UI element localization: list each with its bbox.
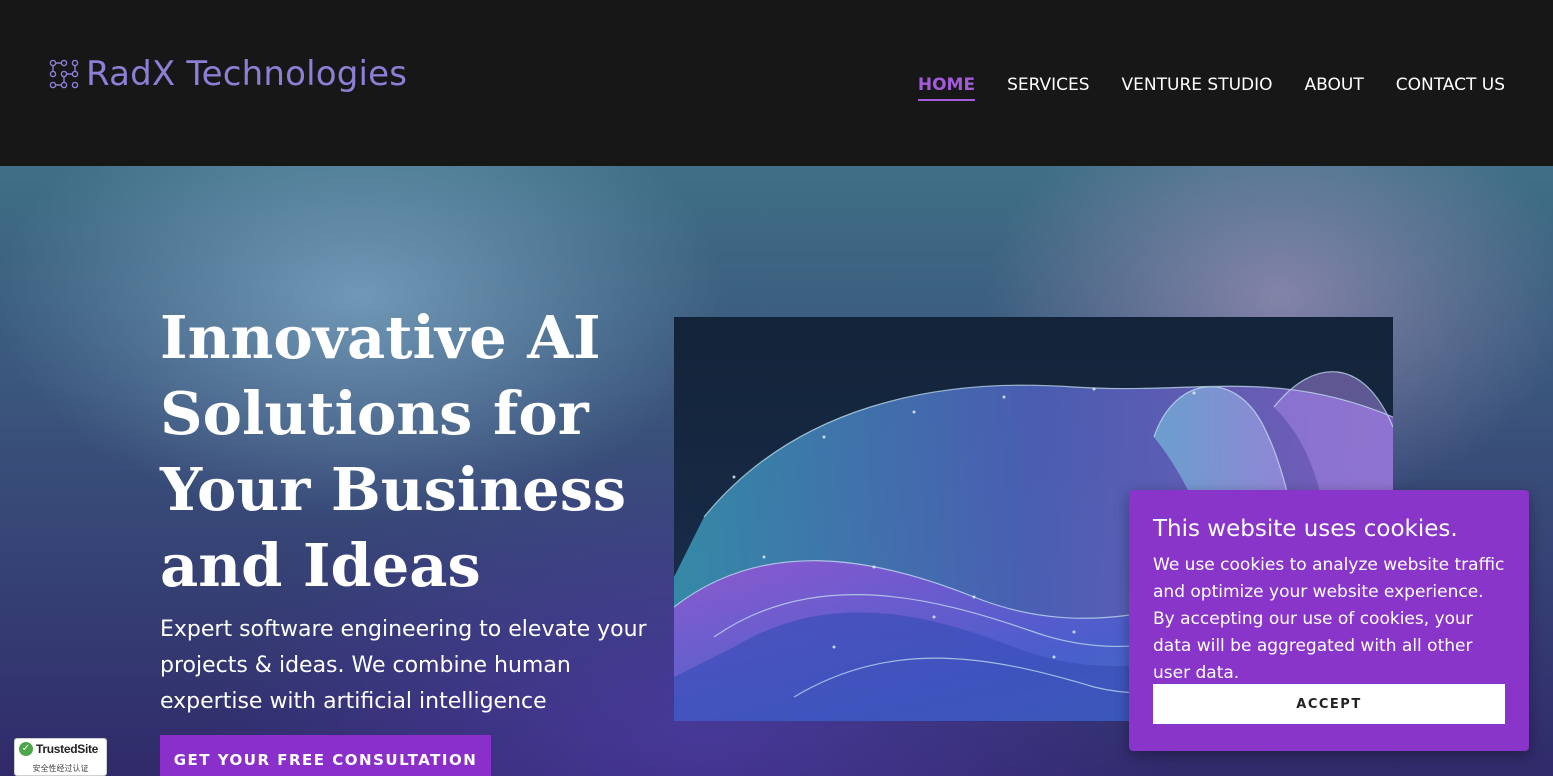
main-nav: HOME SERVICES VENTURE STUDIO ABOUT CONTA…	[917, 72, 1505, 101]
trustedsite-header: ✓ TrustedSite	[19, 742, 98, 756]
trustedsite-name: TrustedSite	[36, 742, 99, 756]
logo-text: RadX Technologies	[86, 54, 408, 94]
dot-grid-icon	[48, 58, 80, 90]
trustedsite-subtitle: 安全性经过认证	[32, 764, 89, 773]
trustedsite-badge[interactable]: ✓ TrustedSite 安全性经过认证	[14, 738, 107, 776]
nav-item-about[interactable]: ABOUT	[1305, 72, 1364, 101]
hero-subtext: Expert software engineering to elevate y…	[160, 617, 647, 714]
free-consultation-button[interactable]: GET YOUR FREE CONSULTATION	[160, 735, 491, 776]
cookie-title: This website uses cookies.	[1153, 516, 1458, 542]
nav-item-home[interactable]: HOME	[917, 72, 976, 101]
cookie-banner: This website uses cookies. We use cookie…	[1129, 490, 1529, 751]
hero-headline: Innovative AI Solutions for Your Busines…	[160, 303, 627, 600]
logo[interactable]: RadX Technologies	[48, 54, 407, 94]
cookie-text: We use cookies to analyze website traffi…	[1153, 555, 1505, 683]
nav-item-contact-us[interactable]: CONTACT US	[1396, 72, 1505, 101]
nav-item-services[interactable]: SERVICES	[1007, 72, 1089, 101]
nav-item-venture-studio[interactable]: VENTURE STUDIO	[1122, 72, 1273, 101]
accept-cookies-button[interactable]: ACCEPT	[1153, 684, 1505, 724]
check-icon: ✓	[19, 742, 33, 756]
site-header: RadX Technologies HOME SERVICES VENTURE …	[0, 0, 1553, 166]
